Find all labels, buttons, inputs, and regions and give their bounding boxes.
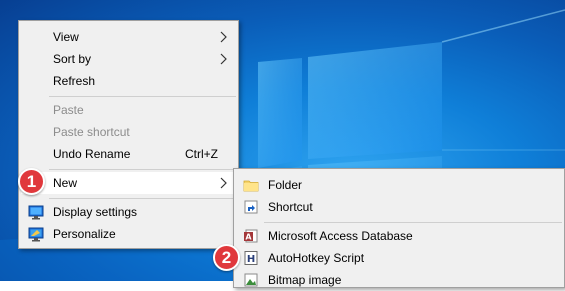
- step-badge-2: 2: [213, 244, 240, 271]
- submenu-item-access-database[interactable]: A Microsoft Access Database: [236, 225, 562, 247]
- menu-item-label: Refresh: [53, 74, 96, 88]
- svg-text:H: H: [247, 254, 255, 265]
- menu-item-label: View: [53, 30, 79, 44]
- submenu-item-folder[interactable]: Folder: [236, 174, 562, 196]
- desktop-context-menu: View Sort by Refresh Paste Paste shortcu…: [18, 20, 239, 249]
- submenu-item-label: AutoHotkey Script: [268, 251, 365, 265]
- menu-item-label: Personalize: [53, 227, 116, 241]
- autohotkey-icon: H: [244, 251, 258, 265]
- menu-item-label: New: [53, 176, 78, 190]
- menu-item-undo-rename[interactable]: Undo Rename Ctrl+Z: [21, 143, 236, 165]
- menu-item-shortcut: Ctrl+Z: [185, 147, 218, 161]
- menu-item-display-settings[interactable]: Display settings: [21, 201, 236, 223]
- menu-item-label: Undo Rename: [53, 147, 131, 161]
- menu-item-paste-shortcut[interactable]: Paste shortcut: [21, 121, 236, 143]
- menu-separator: [49, 96, 236, 97]
- submenu-item-label: Folder: [268, 178, 303, 192]
- svg-text:A: A: [245, 233, 252, 242]
- menu-item-sort-by[interactable]: Sort by: [21, 48, 236, 70]
- folder-icon: [243, 180, 259, 192]
- menu-separator: [49, 169, 236, 170]
- submenu-item-autohotkey-script[interactable]: H AutoHotkey Script: [236, 247, 562, 269]
- personalize-icon: [28, 227, 44, 242]
- menu-item-personalize[interactable]: Personalize: [21, 223, 236, 245]
- access-icon: A: [244, 229, 258, 243]
- menu-separator: [49, 198, 236, 199]
- menu-item-label: Display settings: [53, 205, 138, 219]
- menu-separator: [264, 222, 562, 223]
- submenu-item-shortcut[interactable]: Shortcut: [236, 196, 562, 218]
- display-icon: [28, 205, 44, 220]
- submenu-item-label: Bitmap image: [268, 273, 342, 287]
- menu-item-view[interactable]: View: [21, 26, 236, 48]
- chevron-right-icon: [220, 177, 227, 189]
- menu-item-label: Paste: [53, 103, 84, 117]
- chevron-right-icon: [220, 53, 227, 65]
- menu-item-paste[interactable]: Paste: [21, 99, 236, 121]
- menu-item-label: Sort by: [53, 52, 92, 66]
- menu-item-label: Paste shortcut: [53, 125, 130, 139]
- menu-item-refresh[interactable]: Refresh: [21, 70, 236, 92]
- shortcut-icon: [244, 200, 258, 214]
- step-badge-1: 1: [18, 168, 45, 195]
- new-submenu: Folder Shortcut A Microsoft Access Datab…: [233, 168, 565, 288]
- bitmap-icon: [244, 273, 258, 287]
- menu-item-new[interactable]: New: [21, 172, 236, 194]
- submenu-item-label: Microsoft Access Database: [268, 229, 413, 243]
- submenu-item-bitmap-image[interactable]: Bitmap image: [236, 269, 562, 291]
- chevron-right-icon: [220, 31, 227, 43]
- submenu-item-label: Shortcut: [268, 200, 313, 214]
